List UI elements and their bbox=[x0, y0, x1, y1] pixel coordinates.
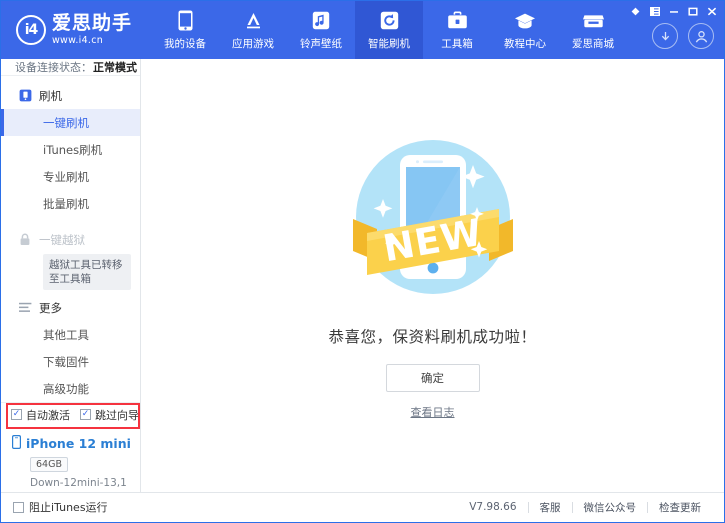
toolbox-icon bbox=[447, 10, 468, 32]
skip-wizard-checkbox[interactable]: ✓ 跳过向导 bbox=[80, 407, 139, 423]
nav-tab-label: 教程中心 bbox=[504, 36, 546, 51]
sidebar-item-other-tools[interactable]: 其他工具 bbox=[1, 321, 140, 348]
connection-status-value: 正常模式 bbox=[93, 59, 137, 75]
checkbox-box bbox=[13, 502, 24, 513]
sidebar-item-label: 下载固件 bbox=[43, 354, 89, 370]
device-name: iPhone 12 mini bbox=[26, 436, 131, 451]
jailbreak-moved-tooltip: 越狱工具已转移至工具箱 bbox=[43, 254, 131, 290]
account-icon[interactable] bbox=[688, 23, 714, 49]
sidebar-item-label: 其他工具 bbox=[43, 327, 89, 343]
block-itunes-label: 阻止iTunes运行 bbox=[29, 499, 108, 515]
refresh-icon bbox=[380, 10, 399, 32]
flash-device-icon bbox=[18, 89, 32, 103]
device-name-row: iPhone 12 mini bbox=[12, 435, 140, 452]
sidebar-item-advanced-features[interactable]: 高级功能 bbox=[1, 375, 140, 402]
maximize-icon[interactable] bbox=[684, 4, 701, 18]
auto-activate-checkbox[interactable]: ✓ 自动激活 bbox=[11, 407, 70, 423]
block-itunes-checkbox[interactable]: 阻止iTunes运行 bbox=[13, 499, 108, 515]
sidebar: 设备连接状态： 正常模式 刷机 一键刷机 iTunes刷机 专业刷机 bbox=[1, 59, 141, 492]
header-actions bbox=[652, 23, 714, 49]
brand-logo[interactable]: i4 爱思助手 www.i4.cn bbox=[1, 1, 141, 59]
nav-tab-label: 应用游戏 bbox=[232, 36, 274, 51]
i4-logo-icon: i4 bbox=[16, 15, 46, 45]
sidebar-item-batch-flash[interactable]: 批量刷机 bbox=[1, 190, 140, 217]
appstore-icon bbox=[243, 10, 264, 32]
check-update-link[interactable]: 检查更新 bbox=[648, 500, 712, 515]
app-body: 设备连接状态： 正常模式 刷机 一键刷机 iTunes刷机 专业刷机 bbox=[1, 59, 724, 492]
checkbox-box: ✓ bbox=[80, 409, 91, 420]
connected-device-info[interactable]: iPhone 12 mini 64GB Down-12mini-13,1 bbox=[1, 428, 140, 497]
checkbox-box: ✓ bbox=[11, 409, 22, 420]
confirm-button[interactable]: 确定 bbox=[386, 364, 480, 392]
nav-tab-apps-games[interactable]: 应用游戏 bbox=[219, 1, 287, 59]
shop-icon bbox=[582, 10, 605, 32]
sidebar-group-label: 更多 bbox=[39, 300, 62, 316]
version-label: V7.98.66 bbox=[458, 501, 527, 513]
music-icon bbox=[312, 10, 330, 32]
graduation-icon bbox=[514, 10, 536, 32]
device-identifier: Down-12mini-13,1 bbox=[30, 477, 140, 489]
sidebar-item-label: 一键刷机 bbox=[43, 115, 89, 131]
minimize-icon[interactable] bbox=[665, 4, 682, 18]
nav-tab-tutorial-center[interactable]: 教程中心 bbox=[491, 1, 559, 59]
success-message: 恭喜您，保资料刷机成功啦！ bbox=[328, 325, 536, 347]
device-phone-icon bbox=[12, 435, 21, 452]
sidebar-group-jailbreak: 一键越狱 bbox=[1, 226, 140, 253]
connection-status-label: 设备连接状态： bbox=[15, 59, 92, 75]
list-icon bbox=[18, 301, 32, 315]
sidebar-options: ✓ 自动激活 ✓ 跳过向导 bbox=[1, 402, 140, 428]
nav-tab-label: 铃声壁纸 bbox=[300, 36, 342, 51]
device-capacity: 64GB bbox=[30, 457, 68, 472]
main-content: NEW 恭喜您，保资料刷机成功啦！ 确定 查看日志 bbox=[141, 59, 724, 492]
close-icon[interactable] bbox=[703, 4, 720, 18]
nav-tab-label: 智能刷机 bbox=[368, 36, 410, 51]
lock-icon bbox=[18, 233, 32, 247]
sidebar-group-more[interactable]: 更多 bbox=[1, 294, 140, 321]
sidebar-group-label: 刷机 bbox=[39, 88, 62, 104]
sidebar-item-label: 专业刷机 bbox=[43, 169, 89, 185]
nav-tab-label: 我的设备 bbox=[164, 36, 206, 51]
sidebar-group-flash[interactable]: 刷机 bbox=[1, 82, 140, 109]
sidebar-item-download-firmware[interactable]: 下载固件 bbox=[1, 348, 140, 375]
nav-tab-toolbox[interactable]: 工具箱 bbox=[423, 1, 491, 59]
menu-icon[interactable] bbox=[646, 4, 663, 18]
brand-name: 爱思助手 bbox=[52, 14, 132, 33]
new-badge-phone-illustration: NEW bbox=[343, 137, 523, 309]
support-link[interactable]: 客服 bbox=[529, 500, 572, 515]
brand-url: www.i4.cn bbox=[52, 36, 132, 46]
nav-tab-label: 爱思商城 bbox=[572, 36, 614, 51]
nav-tab-label: 工具箱 bbox=[441, 36, 473, 51]
skin-icon[interactable] bbox=[627, 4, 644, 18]
sidebar-item-itunes-flash[interactable]: iTunes刷机 bbox=[1, 136, 140, 163]
auto-activate-label: 自动激活 bbox=[26, 407, 70, 423]
skip-wizard-label: 跳过向导 bbox=[95, 407, 139, 423]
main-navigation: 我的设备 应用游戏 铃声壁纸 智能刷机 bbox=[151, 1, 627, 59]
sidebar-nav: 刷机 一键刷机 iTunes刷机 专业刷机 批量刷机 bbox=[1, 76, 140, 402]
nav-tab-i4-store[interactable]: 爱思商城 bbox=[559, 1, 627, 59]
sidebar-item-label: 批量刷机 bbox=[43, 196, 89, 212]
sidebar-item-label: 高级功能 bbox=[43, 381, 89, 397]
wechat-link[interactable]: 微信公众号 bbox=[573, 500, 648, 515]
phone-icon bbox=[178, 10, 193, 32]
app-window: i4 爱思助手 www.i4.cn 我的设备 应用游戏 bbox=[0, 0, 725, 523]
nav-tab-smart-flash[interactable]: 智能刷机 bbox=[355, 1, 423, 59]
sidebar-item-one-key-flash[interactable]: 一键刷机 bbox=[1, 109, 140, 136]
download-icon[interactable] bbox=[652, 23, 678, 49]
flash-options-row: ✓ 自动激活 ✓ 跳过向导 bbox=[1, 402, 140, 426]
view-log-link[interactable]: 查看日志 bbox=[411, 404, 455, 420]
nav-tab-my-device[interactable]: 我的设备 bbox=[151, 1, 219, 59]
i4-logo-text: i4 bbox=[25, 22, 38, 38]
nav-tab-ringtones-wallpaper[interactable]: 铃声壁纸 bbox=[287, 1, 355, 59]
sidebar-group-label: 一键越狱 bbox=[39, 232, 85, 248]
device-connection-status: 设备连接状态： 正常模式 bbox=[1, 59, 140, 76]
sidebar-item-label: iTunes刷机 bbox=[43, 142, 102, 158]
status-bar-actions: V7.98.66 客服 微信公众号 检查更新 bbox=[458, 500, 712, 515]
sidebar-item-pro-flash[interactable]: 专业刷机 bbox=[1, 163, 140, 190]
app-header: i4 爱思助手 www.i4.cn 我的设备 应用游戏 bbox=[1, 1, 724, 59]
window-controls bbox=[627, 4, 720, 18]
